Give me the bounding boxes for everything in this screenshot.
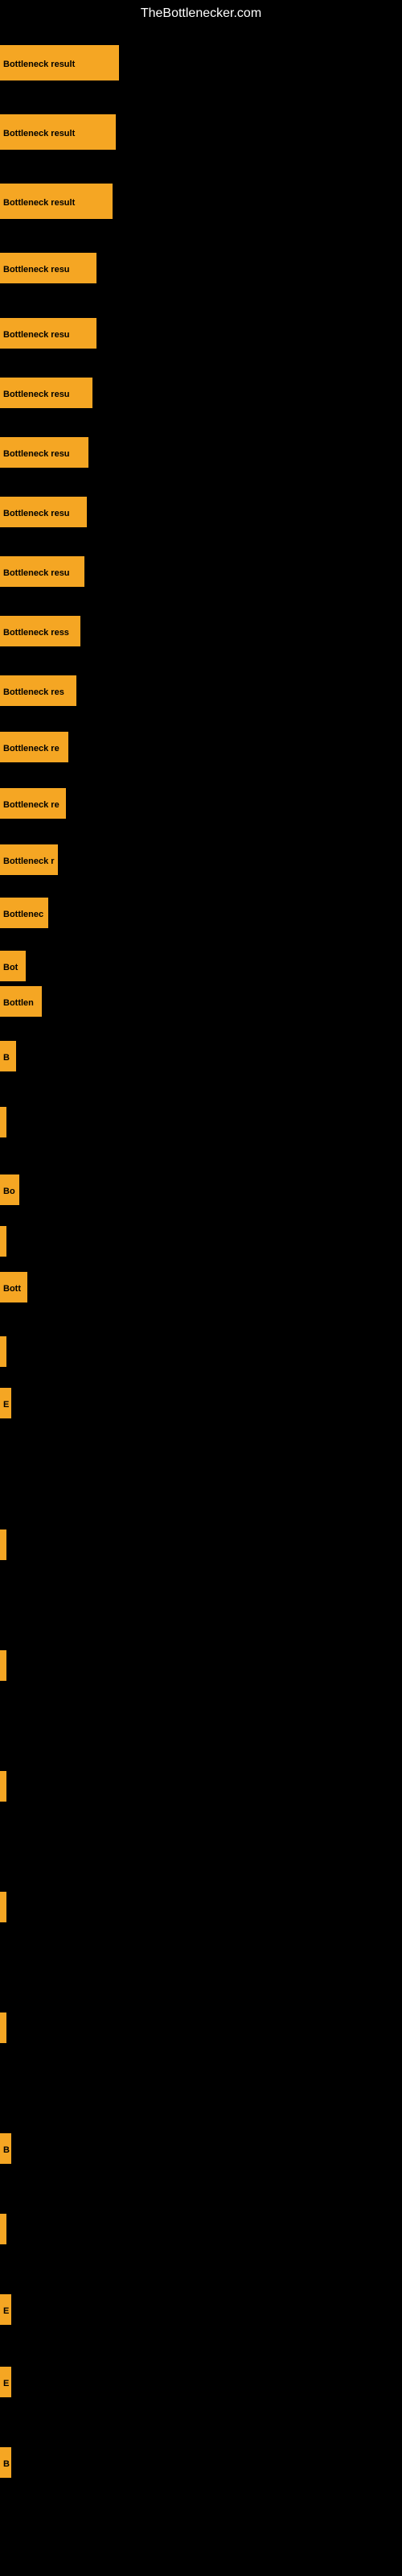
bottleneck-bar [0,2214,6,2244]
bottleneck-bar: Bottleneck resu [0,437,88,468]
bottleneck-bar: Bottleneck ress [0,616,80,646]
bottleneck-bar: Bottleneck resu [0,556,84,587]
bottleneck-bar: E [0,2367,11,2397]
bottleneck-bar: B [0,2447,11,2478]
bottleneck-bar: Bottleneck resu [0,318,96,349]
bottleneck-bar: E [0,1388,11,1418]
bottleneck-bar: Bottlen [0,986,42,1017]
bottleneck-bar [0,1650,6,1681]
bottleneck-bar: B [0,1041,16,1071]
bottleneck-bar [0,1771,6,1802]
bottleneck-bar: Bottleneck r [0,844,58,875]
bottleneck-bar [0,1530,6,1560]
bottleneck-bar: Bottleneck resu [0,378,92,408]
bottleneck-bar: Bottleneck resu [0,253,96,283]
bottleneck-bar [0,1226,6,1257]
bottleneck-bar [0,1892,6,1922]
bottleneck-bar [0,1336,6,1367]
bottleneck-bar: Bottleneck result [0,184,113,219]
bottleneck-bar: Bottleneck resu [0,497,87,527]
bottleneck-bar [0,1107,6,1137]
site-title: TheBottlenecker.com [0,0,402,27]
bottleneck-bar [0,2013,6,2043]
bottleneck-bar: Bottleneck re [0,732,68,762]
bottleneck-bar: Bottleneck re [0,788,66,819]
bottleneck-bar: Bottlenec [0,898,48,928]
bottleneck-bar: Bottleneck result [0,45,119,80]
bottleneck-bar: Bottleneck result [0,114,116,150]
bottleneck-bar: Bottleneck res [0,675,76,706]
bottleneck-bar: Bott [0,1272,27,1302]
bottleneck-bar: B [0,2133,11,2164]
bottleneck-bar: E [0,2294,11,2325]
bottleneck-bar: Bot [0,951,26,981]
bottleneck-bar: Bo [0,1174,19,1205]
